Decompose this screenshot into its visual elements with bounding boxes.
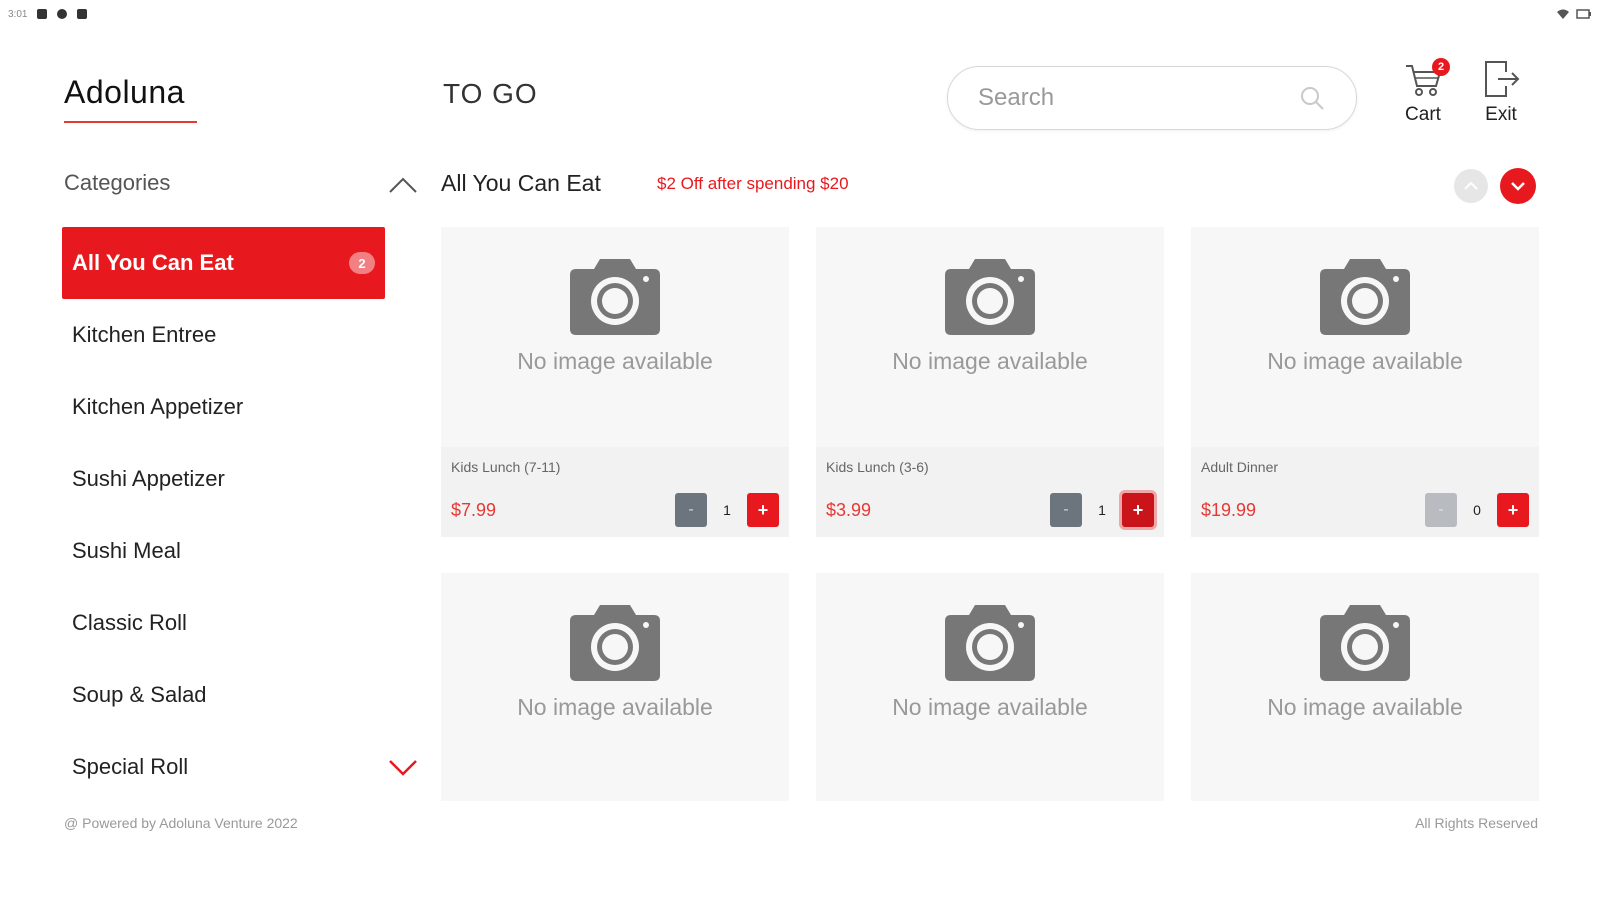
category-list: All You Can Eat 2 Kitchen Entree Kitchen… [62, 227, 385, 803]
notification-icon [37, 9, 48, 19]
brand-logo: Adoluna [64, 74, 185, 110]
category-item-sushi-appetizer[interactable]: Sushi Appetizer [62, 443, 385, 515]
no-image-text: No image available [517, 348, 713, 374]
cart-label: Cart [1405, 104, 1441, 125]
quantity-stepper: - 0 + [1425, 493, 1529, 527]
chevron-up-icon[interactable] [388, 174, 418, 196]
category-label: Sushi Meal [72, 538, 181, 563]
camera-icon [570, 605, 660, 681]
decrease-quantity-button[interactable]: - [1425, 493, 1457, 527]
chevron-up-icon [1464, 181, 1478, 190]
product-price: $7.99 [451, 499, 497, 520]
brand-underline [64, 121, 197, 123]
wifi-icon [1557, 9, 1569, 19]
no-image-text: No image available [517, 694, 713, 720]
product-info: Adult Dinner $19.99 - 0 + [1191, 447, 1539, 537]
category-item-kitchen-appetizer[interactable]: Kitchen Appetizer [62, 371, 385, 443]
product-image-placeholder: No image available [1191, 573, 1539, 793]
decrease-quantity-button[interactable]: - [1050, 493, 1082, 527]
category-label: Kitchen Entree [72, 322, 217, 347]
product-card[interactable]: No image available Kids Lunch (3-6) $3.9… [816, 227, 1164, 537]
sync-icon [57, 9, 68, 19]
exit-button[interactable]: Exit [1476, 58, 1526, 126]
promo-text: $2 Off after spending $20 [657, 174, 849, 193]
status-time: 3:01 [8, 8, 28, 20]
no-image-text: No image available [1267, 694, 1463, 720]
product-grid: No image available Kids Lunch (7-11) $7.… [441, 227, 1539, 801]
footer-rights: All Rights Reserved [1415, 815, 1538, 831]
no-image-text: No image available [1267, 348, 1463, 374]
quantity-value: 0 [1473, 502, 1481, 518]
search-icon[interactable] [1298, 84, 1326, 112]
category-item-kitchen-entree[interactable]: Kitchen Entree [62, 299, 385, 371]
cart-count-badge: 2 [1432, 58, 1450, 76]
cart-button[interactable]: 2 Cart [1398, 58, 1450, 126]
camera-icon [1320, 605, 1410, 681]
product-card[interactable]: No image available Adult Dinner $19.99 -… [1191, 227, 1539, 537]
increase-quantity-button[interactable]: + [1122, 493, 1154, 527]
exit-icon [1485, 61, 1520, 97]
category-label: Special Roll [72, 754, 189, 779]
categories-title: Categories [64, 170, 171, 195]
no-image-text: No image available [892, 348, 1088, 374]
category-item-sushi-meal[interactable]: Sushi Meal [62, 515, 385, 587]
product-name: Adult Dinner [1201, 459, 1279, 475]
product-price: $19.99 [1201, 499, 1257, 520]
product-card[interactable]: No image available [1191, 573, 1539, 801]
product-name: Kids Lunch (3-6) [826, 459, 929, 475]
camera-icon [570, 259, 660, 335]
scroll-up-button[interactable] [1454, 169, 1488, 203]
quantity-value: 1 [1098, 502, 1106, 518]
increase-quantity-button[interactable]: + [747, 493, 779, 527]
scroll-down-button[interactable] [1500, 168, 1536, 204]
camera-icon [945, 605, 1035, 681]
product-image-placeholder: No image available [441, 573, 789, 793]
increase-quantity-button[interactable]: + [1497, 493, 1529, 527]
product-card[interactable]: No image available Kids Lunch (7-11) $7.… [441, 227, 789, 537]
product-image-placeholder: No image available [1191, 227, 1539, 447]
product-card[interactable]: No image available [816, 573, 1164, 801]
category-label: All You Can Eat [72, 250, 234, 275]
product-info: Kids Lunch (3-6) $3.99 - 1 + [816, 447, 1164, 537]
category-item-all-you-can-eat[interactable]: All You Can Eat 2 [62, 227, 385, 299]
category-label: Classic Roll [72, 610, 187, 635]
quantity-stepper: - 1 + [675, 493, 779, 527]
product-price: $3.99 [826, 499, 872, 520]
camera-icon [945, 259, 1035, 335]
product-card[interactable]: No image available [441, 573, 789, 801]
category-item-special-roll[interactable]: Special Roll [62, 731, 385, 803]
product-image-placeholder: No image available [816, 573, 1164, 793]
product-image-placeholder: No image available [816, 227, 1164, 447]
category-label: Soup & Salad [72, 682, 207, 707]
category-item-soup-salad[interactable]: Soup & Salad [62, 659, 385, 731]
chevron-down-icon [1511, 182, 1525, 191]
footer-credit: @ Powered by Adoluna Venture 2022 [64, 815, 298, 831]
category-label: Sushi Appetizer [72, 466, 225, 491]
status-bar: 3:01 [0, 0, 1600, 28]
category-label: Kitchen Appetizer [72, 394, 244, 419]
category-count-badge: 2 [349, 252, 375, 274]
search-input[interactable] [978, 84, 1298, 112]
search-bar[interactable] [947, 66, 1357, 130]
lock-icon [77, 9, 88, 19]
battery-icon [1576, 9, 1591, 19]
quantity-value: 1 [723, 502, 731, 518]
decrease-quantity-button[interactable]: - [675, 493, 707, 527]
category-item-classic-roll[interactable]: Classic Roll [62, 587, 385, 659]
section-title: All You Can Eat [441, 170, 601, 196]
product-image-placeholder: No image available [441, 227, 789, 447]
product-name: Kids Lunch (7-11) [451, 459, 561, 475]
camera-icon [1320, 259, 1410, 335]
no-image-text: No image available [892, 694, 1088, 720]
product-info: Kids Lunch (7-11) $7.99 - 1 + [441, 447, 789, 537]
order-type-title: TO GO [443, 78, 538, 109]
chevron-down-icon[interactable] [388, 756, 418, 778]
quantity-stepper: - 1 + [1050, 493, 1154, 527]
exit-label: Exit [1485, 104, 1517, 125]
